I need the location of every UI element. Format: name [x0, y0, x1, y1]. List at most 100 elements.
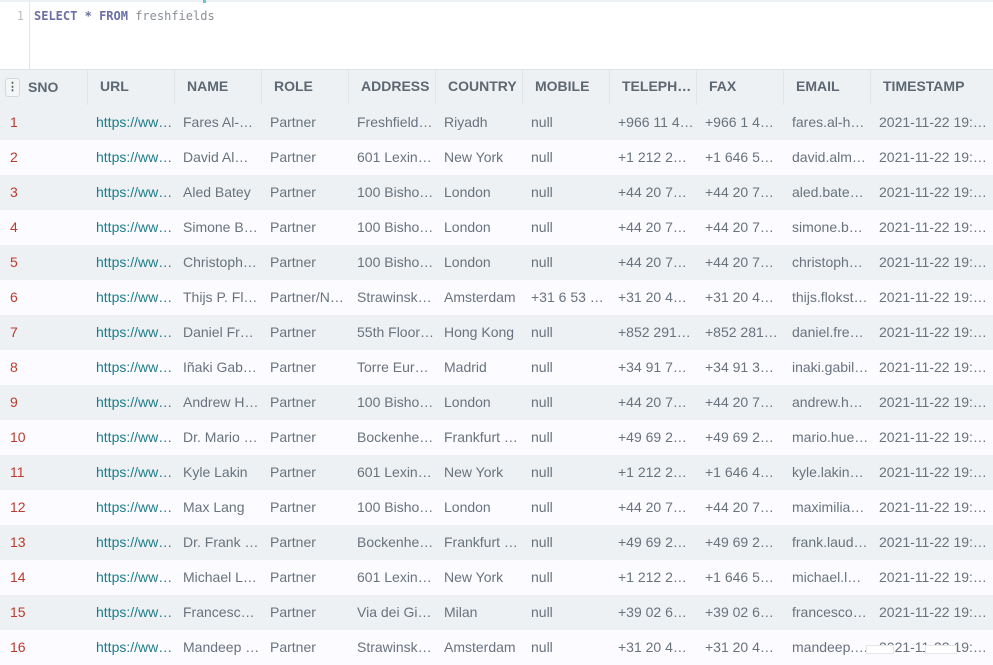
- table-row[interactable]: 12 https://ww… Max Lang Partner 100 Bisho… Lo…: [0, 490, 993, 525]
- table-row[interactable]: 9 https://ww… Andrew H… Partner 100 Bisho… Lo…: [0, 385, 993, 420]
- table-row[interactable]: 6 https://ww… Thijs P. Fl… Partner/N… Strawi…: [0, 280, 993, 315]
- table-row[interactable]: 8 https://ww… Iñaki Gab… Partner Torre Eur… M…: [0, 350, 993, 385]
- star: *: [84, 9, 92, 23]
- cell-url[interactable]: https://ww…: [88, 280, 175, 315]
- cell-url[interactable]: https://ww…: [88, 490, 175, 525]
- cell-sno: 14: [10, 569, 26, 585]
- cell-teleph: +49 69 2…: [618, 429, 687, 445]
- column-menu-icon[interactable]: ⋮: [5, 78, 20, 97]
- cell-country: London: [444, 184, 491, 200]
- cell-teleph: +1 212 2…: [618, 569, 687, 585]
- table-row[interactable]: 13 https://ww… Dr. Frank … Partner Bockenhe……: [0, 525, 993, 560]
- sql-editor[interactable]: 1 SELECT * FROM freshfields: [0, 0, 993, 71]
- column-header-name[interactable]: NAME: [175, 70, 262, 105]
- column-header-email[interactable]: EMAIL: [784, 70, 871, 105]
- cell-url[interactable]: https://ww…: [88, 420, 175, 455]
- cell-url[interactable]: https://ww…: [88, 455, 175, 490]
- cell-teleph: +44 20 7…: [618, 394, 687, 410]
- column-header-fax[interactable]: FAX: [697, 70, 784, 105]
- cell-mobile: null: [531, 499, 553, 515]
- cell-email: aled.bate…: [792, 184, 864, 200]
- cell-name: Max Lang: [183, 499, 245, 515]
- cell-role: Partner: [270, 149, 316, 165]
- cell-url[interactable]: https://ww…: [88, 525, 175, 560]
- cell-mobile: null: [531, 569, 553, 585]
- cell-country: Riyadh: [444, 114, 488, 130]
- column-header-country[interactable]: COUNTRY: [436, 70, 523, 105]
- column-header-mobile[interactable]: MOBILE: [523, 70, 610, 105]
- column-header-teleph[interactable]: TELEPH…: [610, 70, 697, 105]
- column-header-address[interactable]: ADDRESS: [349, 70, 436, 105]
- cell-email: daniel.fre…: [792, 324, 864, 340]
- cell-url[interactable]: https://ww…: [88, 350, 175, 385]
- table-row[interactable]: 15 https://ww… Francesc… Partner Via dei Gi……: [0, 595, 993, 630]
- cell-timestamp: 2021-11-22 19:…: [879, 359, 987, 375]
- cell-address: 100 Bisho…: [357, 219, 434, 235]
- scroll-control[interactable]: [866, 645, 894, 654]
- table-row[interactable]: 11 https://ww… Kyle Lakin Partner 601 Lexin……: [0, 455, 993, 490]
- cell-country: Amsterdam: [444, 289, 516, 305]
- sql-query[interactable]: SELECT * FROM freshfields: [34, 9, 215, 23]
- cell-country: Hong Kong: [444, 324, 515, 340]
- cell-url[interactable]: https://ww…: [88, 105, 175, 140]
- column-header-timestamp[interactable]: TIMESTAMP: [871, 70, 993, 105]
- cell-name: David Al…: [183, 149, 249, 165]
- table-row[interactable]: 7 https://ww… Daniel Fr… Partner 55th Floor……: [0, 315, 993, 350]
- column-header-label: TIMESTAMP: [883, 78, 965, 94]
- cell-url[interactable]: https://ww…: [88, 245, 175, 280]
- grid-header: ⋮ SNO URL NAME ROLE ADDRESS COUNTRY MOBILE TELEP…: [0, 69, 993, 105]
- cell-url[interactable]: https://ww…: [88, 560, 175, 595]
- cell-email: mario.hue…: [792, 429, 869, 445]
- table-row[interactable]: 1 https://ww… Fares Al-… Partner Freshfield……: [0, 105, 993, 140]
- cell-timestamp: 2021-11-22 19:…: [879, 184, 987, 200]
- cell-mobile: null: [531, 639, 553, 655]
- cell-address: 100 Bisho…: [357, 254, 434, 270]
- cell-fax: +44 20 7…: [705, 184, 774, 200]
- cell-url[interactable]: https://ww…: [88, 630, 175, 665]
- table-row[interactable]: 16 https://ww… Mandeep … Partner Strawinsk… A…: [0, 630, 993, 665]
- cell-teleph: +31 20 4…: [618, 289, 687, 305]
- cell-url[interactable]: https://ww…: [88, 210, 175, 245]
- cell-mobile: null: [531, 324, 553, 340]
- cell-timestamp: 2021-11-22 19:…: [879, 149, 987, 165]
- cell-role: Partner: [270, 114, 316, 130]
- cell-fax: +44 20 7…: [705, 219, 774, 235]
- cell-sno: 11: [10, 464, 25, 480]
- cell-teleph: +966 11 4…: [618, 114, 694, 130]
- cell-sno: 4: [10, 219, 18, 235]
- cell-url[interactable]: https://ww…: [88, 595, 175, 630]
- cell-mobile: null: [531, 184, 553, 200]
- grid-body: 1 https://ww… Fares Al-… Partner Freshfield……: [0, 105, 993, 665]
- scroll-control[interactable]: [925, 645, 957, 654]
- table-row[interactable]: 10 https://ww… Dr. Mario … Partner Bockenhe……: [0, 420, 993, 455]
- cell-url[interactable]: https://ww…: [88, 175, 175, 210]
- cell-email: inaki.gabil…: [792, 359, 869, 375]
- cell-url[interactable]: https://ww…: [88, 385, 175, 420]
- table-row[interactable]: 3 https://ww… Aled Batey Partner 100 Bisho… L…: [0, 175, 993, 210]
- cell-timestamp: 2021-11-22 19:…: [879, 394, 987, 410]
- cell-name: Aled Batey: [183, 184, 251, 200]
- column-header-label: ADDRESS: [361, 78, 430, 94]
- cell-timestamp: 2021-11-22 19:…: [879, 604, 987, 620]
- column-header-url[interactable]: URL: [88, 70, 175, 105]
- cell-name: Christoph…: [183, 254, 257, 270]
- cell-role: Partner: [270, 604, 316, 620]
- cell-email: frank.laud…: [792, 534, 868, 550]
- table-row[interactable]: 4 https://ww… Simone B… Partner 100 Bisho… Lo…: [0, 210, 993, 245]
- cell-url[interactable]: https://ww…: [88, 315, 175, 350]
- cell-teleph: +49 69 2…: [618, 534, 687, 550]
- table-row[interactable]: 14 https://ww… Michael L… Partner 601 Lexin……: [0, 560, 993, 595]
- table-row[interactable]: 5 https://ww… Christoph… Partner 100 Bisho… L…: [0, 245, 993, 280]
- cell-fax: +34 91 3…: [705, 359, 774, 375]
- cell-address: Torre Eur…: [357, 359, 429, 375]
- table-row[interactable]: 2 https://ww… David Al… Partner 601 Lexin… Ne…: [0, 140, 993, 175]
- cell-country: London: [444, 394, 491, 410]
- cell-name: Daniel Fr…: [183, 324, 254, 340]
- cell-email: david.alm…: [792, 149, 866, 165]
- column-header-sno[interactable]: ⋮ SNO: [0, 70, 88, 105]
- cell-address: Freshfield…: [357, 114, 433, 130]
- cell-url[interactable]: https://ww…: [88, 140, 175, 175]
- cell-address: 100 Bisho…: [357, 394, 434, 410]
- cell-country: London: [444, 219, 491, 235]
- column-header-role[interactable]: ROLE: [262, 70, 349, 105]
